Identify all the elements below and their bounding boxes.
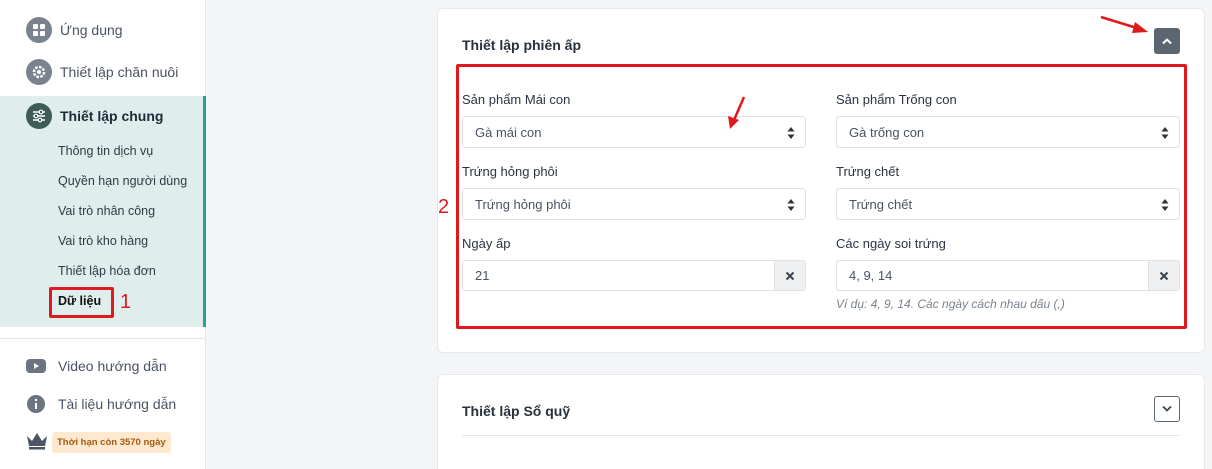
- select-value: Gà trống con: [849, 124, 925, 140]
- candling-days-label: Các ngày soi trứng: [836, 236, 946, 251]
- sliders-icon: [26, 103, 52, 129]
- sidebar-item-label: Ứng dụng: [60, 22, 123, 38]
- clear-button[interactable]: [774, 261, 805, 290]
- annotation-box-1: [49, 287, 114, 318]
- sort-arrows-icon: [787, 127, 795, 139]
- select-value: Trứng hỏng phôi: [475, 196, 571, 212]
- clear-button[interactable]: [1148, 261, 1179, 290]
- expand-button[interactable]: [1154, 396, 1180, 422]
- sidebar-subitem-invoice-settings[interactable]: Thiết lập hóa đơn: [58, 264, 156, 278]
- incubation-days-input[interactable]: [463, 261, 775, 290]
- dead-egg-select[interactable]: Trứng chết: [836, 188, 1180, 220]
- candling-days-hint: Ví dụ: 4, 9, 14. Các ngày cách nhau dấu …: [836, 297, 1065, 311]
- crown-icon: [26, 432, 48, 453]
- gear-icon: [26, 59, 52, 85]
- select-value: Gà mái con: [475, 124, 542, 140]
- sidebar-item-label: Thiết lập chung: [60, 108, 164, 124]
- incubation-days-label: Ngày ấp: [462, 236, 511, 251]
- candling-days-input[interactable]: [837, 261, 1149, 290]
- chevron-up-icon: [1162, 38, 1172, 45]
- select-value: Trứng chết: [849, 196, 913, 212]
- failed-egg-select[interactable]: Trứng hỏng phôi: [462, 188, 806, 220]
- candling-days-group: [836, 260, 1180, 291]
- apps-grid-icon: [26, 17, 52, 43]
- incubation-days-group: [462, 260, 806, 291]
- annotation-number-2: 2: [438, 196, 450, 218]
- close-icon: [1159, 271, 1169, 280]
- rooster-product-label: Sản phẩm Trống con: [836, 92, 957, 107]
- sidebar-subitem-warehouse-roles[interactable]: Vai trò kho hàng: [58, 234, 148, 248]
- hen-product-label: Sản phẩm Mái con: [462, 92, 571, 107]
- sidebar-divider: [0, 338, 206, 339]
- dead-egg-label: Trứng chết: [836, 164, 900, 179]
- sort-arrows-icon: [1161, 199, 1169, 211]
- sidebar-subitem-user-permissions[interactable]: Quyền hạn người dùng: [58, 174, 187, 188]
- sidebar-subitem-service-info[interactable]: Thông tin dịch vụ: [58, 144, 153, 158]
- collapse-button[interactable]: [1154, 28, 1180, 54]
- info-icon: [26, 394, 46, 414]
- card-title: Thiết lập phiên ấp: [462, 37, 582, 53]
- close-icon: [785, 271, 795, 280]
- hen-product-select[interactable]: Gà mái con: [462, 116, 806, 148]
- divider: [462, 435, 1180, 436]
- sidebar: Ứng dụng Thiết lập chăn nuôi Thiết lập c…: [0, 0, 206, 469]
- youtube-icon: [26, 356, 46, 376]
- subscription-badge: Thời hạn còn 3570 ngày: [52, 432, 171, 453]
- annotation-number-1: 1: [120, 291, 132, 313]
- failed-egg-label: Trứng hỏng phôi: [462, 164, 558, 179]
- sidebar-item-label: Video hướng dẫn: [58, 358, 167, 374]
- card-title: Thiết lập Sổ quỹ: [462, 403, 571, 419]
- sidebar-item-docs-guide[interactable]: Tài liệu hướng dẫn: [26, 394, 176, 414]
- sidebar-item-label: Tài liệu hướng dẫn: [58, 396, 177, 412]
- sidebar-item-farming-settings[interactable]: Thiết lập chăn nuôi: [0, 52, 204, 92]
- chevron-down-icon: [1162, 405, 1172, 412]
- sidebar-item-apps[interactable]: Ứng dụng: [0, 10, 204, 50]
- sort-arrows-icon: [787, 199, 795, 211]
- sort-arrows-icon: [1161, 127, 1169, 139]
- cashbook-settings-card: Thiết lập Sổ quỹ: [437, 374, 1205, 469]
- sidebar-item-video-guide[interactable]: Video hướng dẫn: [26, 356, 167, 376]
- sidebar-subitem-worker-roles[interactable]: Vai trò nhân công: [58, 204, 155, 218]
- sidebar-item-label: Thiết lập chăn nuôi: [60, 64, 179, 80]
- sidebar-item-general-settings[interactable]: Thiết lập chung: [0, 96, 204, 136]
- rooster-product-select[interactable]: Gà trống con: [836, 116, 1180, 148]
